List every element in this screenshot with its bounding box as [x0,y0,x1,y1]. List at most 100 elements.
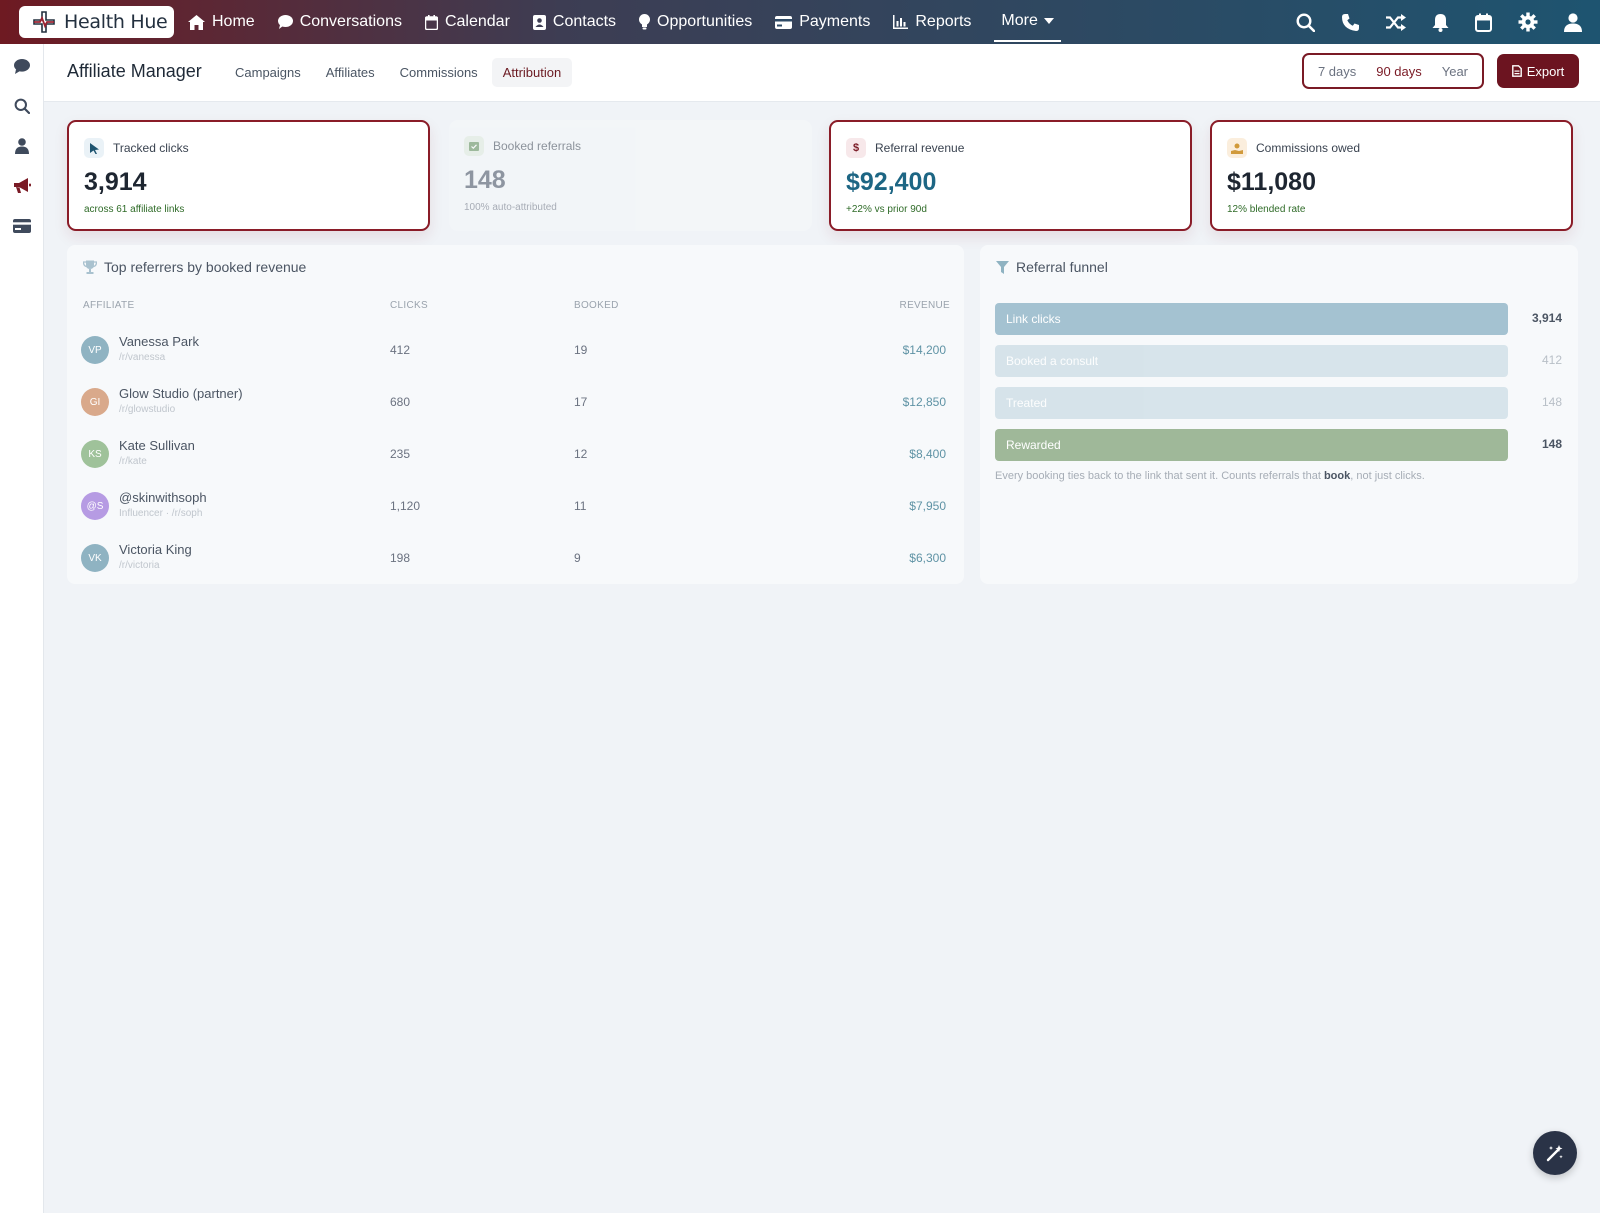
column-header-clicks[interactable]: CLICKS [390,300,428,311]
nav-calendar[interactable]: Calendar [424,0,510,44]
nav-more-dropdown[interactable]: More [994,2,1061,42]
avatar: GI [81,388,109,416]
funnel-stage-value: 412 [1541,353,1562,367]
kpi-subtext: 100% auto-attributed [464,202,557,213]
funnel-stage-bar[interactable]: Booked a consult [995,345,1508,377]
card-icon[interactable] [12,216,32,236]
affiliate-name: @skinwithsoph [119,490,207,505]
kpi-referral-revenue[interactable]: $ Referral revenue $92,400 +22% vs prior… [829,120,1192,231]
revenue-value: $12,850 [902,395,946,409]
nav-contacts-label: Contacts [552,13,617,30]
affiliate-link: Influencer · /r/soph [119,508,203,519]
revenue-value: $6,300 [909,551,946,565]
nav-reports[interactable]: Reports [893,0,971,44]
avatar: @S [81,492,109,520]
page-title: Affiliate Manager [67,61,202,81]
brand-logo[interactable]: Health Hue [19,6,174,38]
affiliate-link: /r/glowstudio [119,404,176,415]
clicks-value: 680 [390,395,411,409]
megaphone-icon[interactable] [12,176,32,196]
nav-reports-label: Reports [915,13,972,30]
table-row[interactable]: @S @skinwithsoph Influencer · /r/soph 1,… [67,480,960,532]
chat-bubble-icon [277,15,293,29]
revenue-value: $8,400 [909,447,946,461]
table-row[interactable]: KS Kate Sullivan /r/kate 235 12 $8,400 [67,428,960,480]
column-header-affiliate[interactable]: AFFILIATE [83,300,134,311]
search-icon[interactable] [1296,12,1315,32]
panel-title: Top referrers by booked revenue [83,259,306,275]
user-icon[interactable] [1564,12,1582,32]
date-range-selector: 7 days 90 days Year [1302,53,1484,89]
shuffle-icon[interactable] [1386,13,1406,31]
kpi-value: 148 [464,166,506,194]
file-icon [1511,65,1522,77]
credit-card-icon [775,15,793,29]
nav-opportunities[interactable]: Opportunities [639,0,752,44]
column-header-booked[interactable]: BOOKED [574,300,619,311]
table-row[interactable]: VP Vanessa Park /r/vanessa 412 19 $14,20… [67,324,960,376]
kpi-value: $11,080 [1227,168,1316,196]
avatar: VK [81,544,109,572]
gear-icon[interactable] [1518,12,1538,32]
nav-calendar-label: Calendar [444,13,510,30]
user-icon[interactable] [12,136,32,156]
kpi-subtext: 12% blended rate [1227,204,1306,215]
bell-icon[interactable] [1432,13,1449,32]
range-year[interactable]: Year [1442,64,1468,79]
export-button[interactable]: Export [1497,54,1579,88]
nav-contacts[interactable]: Contacts [532,0,617,44]
contact-card-icon [532,14,546,30]
affiliate-link: /r/victoria [119,560,160,571]
funnel-stage-bar[interactable]: Treated [995,387,1508,419]
kpi-label: Booked referrals [493,139,582,153]
lightbulb-icon [639,14,651,30]
page-header: Affiliate Manager Campaigns Affiliates C… [44,44,1600,102]
affiliate-name: Glow Studio (partner) [119,386,243,401]
chat-icon[interactable] [12,56,32,76]
kpi-value: 3,914 [84,168,147,196]
booked-value: 19 [574,343,588,357]
clicks-value: 1,120 [390,499,421,513]
nav-conversations[interactable]: Conversations [277,0,402,44]
kpi-booked-referrals[interactable]: Booked referrals 148 100% auto-attribute… [449,120,812,231]
range-7-days[interactable]: 7 days [1318,64,1356,79]
affiliate-name: Victoria King [119,542,192,557]
column-header-revenue[interactable]: REVENUE [900,300,950,311]
kpi-tracked-clicks[interactable]: Tracked clicks 3,914 across 61 affiliate… [67,120,430,231]
search-icon[interactable] [12,96,32,116]
funnel-note-text: Every booking ties back to the link that… [995,470,1324,482]
nav-payments[interactable]: Payments [775,0,870,44]
avatar: VP [81,336,109,364]
top-navigation-bar: Health Hue Home Conversations Calendar C… [0,0,1600,44]
panel-title: Referral funnel [996,259,1108,275]
tab-campaigns[interactable]: Campaigns [224,58,312,87]
booked-value: 9 [574,551,581,565]
funnel-stage-label: Treated [1006,396,1047,410]
trophy-icon [83,260,97,274]
kpi-commissions-owed[interactable]: Commissions owed $11,080 12% blended rat… [1210,120,1573,231]
funnel-stage-bar[interactable]: Link clicks [995,303,1508,335]
booked-value: 12 [574,447,588,461]
funnel-note-emphasis: book [1323,470,1351,482]
range-90-days[interactable]: 90 days [1376,64,1422,79]
funnel-stage-value: 3,914 [1531,311,1562,325]
magic-wand-button[interactable] [1533,1131,1577,1175]
nav-home[interactable]: Home [188,0,255,44]
caret-down-icon [1043,18,1054,24]
phone-icon[interactable] [1341,13,1360,32]
table-row[interactable]: VK Victoria King /r/victoria 198 9 $6,30… [67,532,960,584]
funnel-note: Every booking ties back to the link that… [995,470,1425,482]
calendar-icon[interactable] [1475,13,1492,32]
affiliate-link: /r/vanessa [119,352,166,363]
calendar-check-icon [464,136,484,156]
nav-more-label: More [1001,12,1038,29]
calendar-icon [424,14,438,30]
tab-attribution[interactable]: Attribution [491,58,573,87]
tab-commissions[interactable]: Commissions [389,58,489,87]
nav-home-label: Home [212,13,255,30]
table-row[interactable]: GI Glow Studio (partner) /r/glowstudio 6… [67,376,960,428]
funnel-stage-bar[interactable]: Rewarded [995,429,1508,461]
revenue-value: $7,950 [909,499,946,513]
kpi-value: $92,400 [846,168,937,196]
tab-affiliates[interactable]: Affiliates [315,58,386,87]
